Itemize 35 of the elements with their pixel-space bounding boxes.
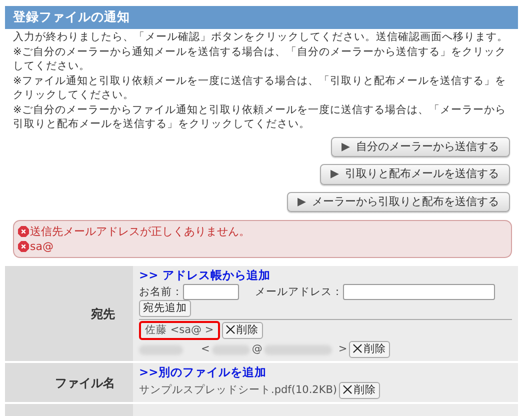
- recipient-entry: 佐藤 <sa@ >: [139, 321, 220, 340]
- close-icon: [343, 385, 352, 394]
- delete-button[interactable]: 削除: [339, 382, 380, 400]
- name-input[interactable]: [183, 284, 239, 300]
- field-label: ファイル名: [5, 362, 133, 404]
- bracket-text: <: [201, 342, 210, 358]
- instruction-text: ※ご自分のメーラーから通知メールを送信する場合は、「自分のメーラーから送信する」をクリックしてください。: [12, 44, 507, 73]
- send-button[interactable]: ▶ 自分のメーラーから送信する: [330, 136, 510, 158]
- error-icon: [18, 241, 29, 252]
- add-recipient-button[interactable]: 宛先追加: [139, 300, 191, 318]
- panel-title: 登録ファイルの通知: [5, 6, 518, 29]
- address-book-link[interactable]: >> アドレス帳から追加: [139, 268, 270, 282]
- delete-button[interactable]: 削除: [349, 341, 390, 358]
- send-button[interactable]: ▶ 引取りと配布メールを送信する: [320, 164, 510, 185]
- file-name: サンプルスプレッドシート.pdf(10.2KB): [139, 383, 338, 398]
- error-message: 送信先メールアドレスが正しくありません。: [30, 224, 250, 240]
- close-icon: [353, 344, 362, 354]
- name-label: お名前：: [139, 284, 183, 300]
- delete-button[interactable]: 削除: [222, 322, 263, 340]
- close-icon: [226, 325, 235, 334]
- instruction-text: ※ファイル通知と引取り依頼メールを一度に送信する場合は、「引取りと配布メールを送信する」をクリックしてください。: [12, 74, 507, 102]
- play-icon: ▶: [342, 140, 350, 153]
- field-label: 宛先: [5, 266, 133, 362]
- email-input[interactable]: [343, 284, 495, 300]
- add-file-link[interactable]: >>別のファイルを追加: [139, 365, 266, 380]
- play-icon: ▶: [298, 194, 306, 208]
- error-message: sa@: [30, 239, 54, 254]
- instruction-text: 入力が終わりましたら、「メール確認」ボタンをクリックしてください。送信確認画面へ移ります。: [12, 30, 509, 44]
- at-sign: @: [252, 342, 262, 358]
- bracket-text: >: [338, 342, 348, 358]
- send-button[interactable]: ▶ メーラーから引取りと配布を送信する: [286, 192, 510, 212]
- play-icon: ▶: [330, 167, 339, 180]
- error-icon: [18, 226, 29, 238]
- instruction-text: ※ご自分のメーラーからファイル通知と引取り依頼メールを一度に送信する場合は、「メーラーから引取りと配布メールを送信する」をクリックしてください。: [12, 102, 507, 131]
- email-label: メールアドレス：: [255, 284, 343, 300]
